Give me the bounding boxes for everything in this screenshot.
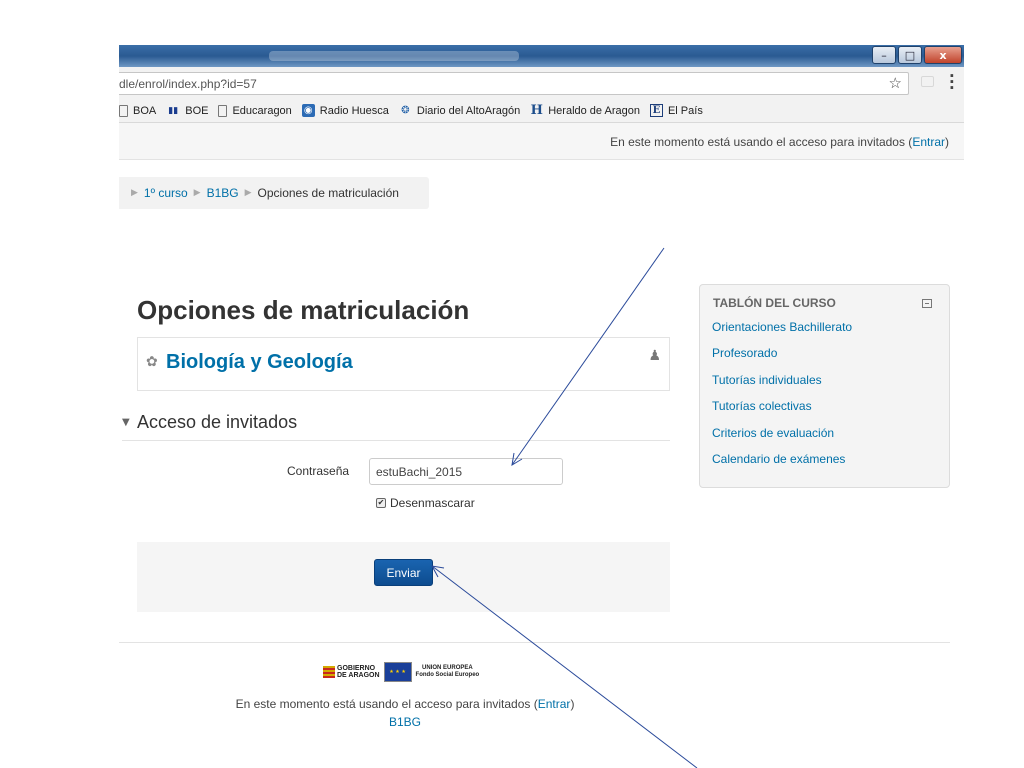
section-title: Acceso de invitados	[137, 412, 298, 432]
breadcrumb-link[interactable]: 1º curso	[144, 186, 188, 200]
minimize-icon[interactable]: –	[872, 46, 896, 64]
footer-logos: GOBIERNO DE ARAGON ★ ★ ★ UNION EUROPEA F…	[323, 662, 479, 682]
footer-divider	[119, 642, 950, 643]
bookmark-item[interactable]: H Heraldo de Aragon	[530, 103, 640, 118]
diario-icon: ❂	[401, 105, 410, 116]
bookmark-item[interactable]: ◉ Radio Huesca	[301, 104, 389, 117]
radio-icon: ◉	[301, 104, 315, 117]
bookmark-item[interactable]: BOA	[119, 104, 157, 117]
password-input[interactable]	[369, 458, 563, 485]
unmask-option[interactable]: ✔ Desenmascarar	[376, 496, 475, 510]
breadcrumb-separator-icon: ▶	[244, 188, 252, 198]
footer-login-link[interactable]: Entrar	[538, 697, 571, 711]
guest-access-section-header[interactable]: ▼ Acceso de invitados	[122, 411, 670, 441]
block-title: TABLÓN DEL CURSO	[713, 296, 836, 310]
page-title: Opciones de matriculación	[137, 295, 470, 325]
block-link[interactable]: Orientaciones Bachillerato	[712, 320, 852, 334]
course-icon: ✿	[146, 354, 158, 370]
bookmarks-bar: BOA ▮▮ BOE Educaragon ◉ Radio Huesca ❂ Diario d…	[119, 99, 964, 123]
bookmark-label: Heraldo de Aragon	[548, 104, 640, 117]
collapse-caret-icon[interactable]: ▼	[122, 417, 130, 428]
footer-course-link[interactable]: B1BG	[389, 715, 421, 729]
login-info: En este momento está usando el acceso pa…	[610, 135, 949, 149]
block-link[interactable]: Calendario de exámenes	[712, 452, 845, 466]
heraldo-icon: H	[530, 103, 543, 118]
eu-logo-text: UNION EUROPEA Fondo Social Europeo	[415, 665, 480, 678]
block-link[interactable]: Criterios de evaluación	[712, 426, 834, 440]
window-title-blurred	[269, 51, 519, 61]
block-collapse-icon[interactable]	[922, 299, 932, 308]
breadcrumb-separator-icon: ▶	[193, 188, 201, 198]
course-board-block: TABLÓN DEL CURSO Orientaciones Bachiller…	[699, 284, 950, 488]
bookmark-label: Educaragon	[232, 104, 292, 117]
breadcrumb-link[interactable]: B1BG	[207, 186, 239, 200]
block-list-item: Tutorías colectivas	[712, 399, 852, 425]
page-header: En este momento está usando el acceso pa…	[119, 123, 964, 160]
block-list-item: Orientaciones Bachillerato	[712, 320, 852, 346]
bookmark-label: BOA	[133, 104, 157, 117]
breadcrumb-separator-icon: ▶	[131, 188, 138, 198]
page-icon	[218, 104, 228, 117]
unmask-checkbox[interactable]: ✔	[376, 498, 386, 508]
form-submit-area: Enviar	[137, 542, 670, 612]
bookmark-item[interactable]: Educaragon	[218, 104, 292, 117]
footer-course-link-wrap: B1BG	[0, 715, 810, 729]
submit-button[interactable]: Enviar	[374, 559, 433, 586]
breadcrumb: ▶ 1º curso ▶ B1BG ▶ Opciones de matriculación	[119, 177, 429, 209]
bookmark-item[interactable]: E El País	[649, 104, 703, 117]
maximize-icon[interactable]: □	[898, 46, 922, 64]
bookmark-item[interactable]: ▮▮ BOE	[166, 104, 208, 117]
bookmark-label: BOE	[185, 104, 209, 117]
block-link-list: Orientaciones Bachillerato Profesorado Tut…	[712, 320, 852, 478]
gobierno-aragon-logo: GOBIERNO DE ARAGON	[323, 665, 380, 679]
close-icon[interactable]: x	[924, 46, 962, 64]
url-text: dle/enrol/index.php?id=57	[119, 77, 257, 91]
course-box: ✿ Biología y Geología ♟	[137, 337, 670, 391]
block-link[interactable]: Profesorado	[712, 346, 777, 360]
browser-menu-icon[interactable]: · · ·	[949, 69, 955, 96]
boe-icon: ▮▮	[168, 105, 179, 116]
aragon-stripes-icon	[323, 666, 335, 678]
footer-login-info: En este momento está usando el acceso pa…	[235, 697, 575, 711]
block-list-item: Profesorado	[712, 346, 852, 372]
bookmark-item[interactable]: ❂ Diario del AltoAragón	[399, 104, 520, 117]
block-list-item: Tutorías individuales	[712, 373, 852, 399]
address-bar: dle/enrol/index.php?id=57 ☆ · · ·	[119, 67, 964, 99]
pais-icon: E	[649, 104, 663, 117]
login-link[interactable]: Entrar	[912, 135, 945, 149]
block-list-item: Calendario de exámenes	[712, 452, 852, 478]
block-link[interactable]: Tutorías colectivas	[712, 399, 812, 413]
url-input[interactable]: dle/enrol/index.php?id=57 ☆	[119, 72, 909, 95]
bookmark-label: Radio Huesca	[319, 104, 389, 117]
window-controls: – □ x	[872, 46, 962, 64]
bookmark-label: Diario del AltoAragón	[416, 104, 521, 117]
guest-access-icon: ♟	[648, 348, 661, 364]
page-icon	[119, 104, 128, 117]
breadcrumb-current: Opciones de matriculación	[257, 186, 399, 200]
extension-icon[interactable]	[921, 76, 934, 87]
course-name-link[interactable]: Biología y Geología	[166, 351, 353, 374]
bookmark-star-icon[interactable]: ☆	[889, 74, 902, 92]
block-link[interactable]: Tutorías individuales	[712, 373, 822, 387]
block-list-item: Criterios de evaluación	[712, 426, 852, 452]
eu-flag-icon: ★ ★ ★	[383, 662, 412, 682]
bookmark-label: El País	[667, 104, 703, 117]
window-titlebar: – □ x	[119, 45, 964, 67]
unmask-label: Desenmascarar	[390, 496, 475, 510]
password-label: Contraseña	[287, 464, 350, 478]
